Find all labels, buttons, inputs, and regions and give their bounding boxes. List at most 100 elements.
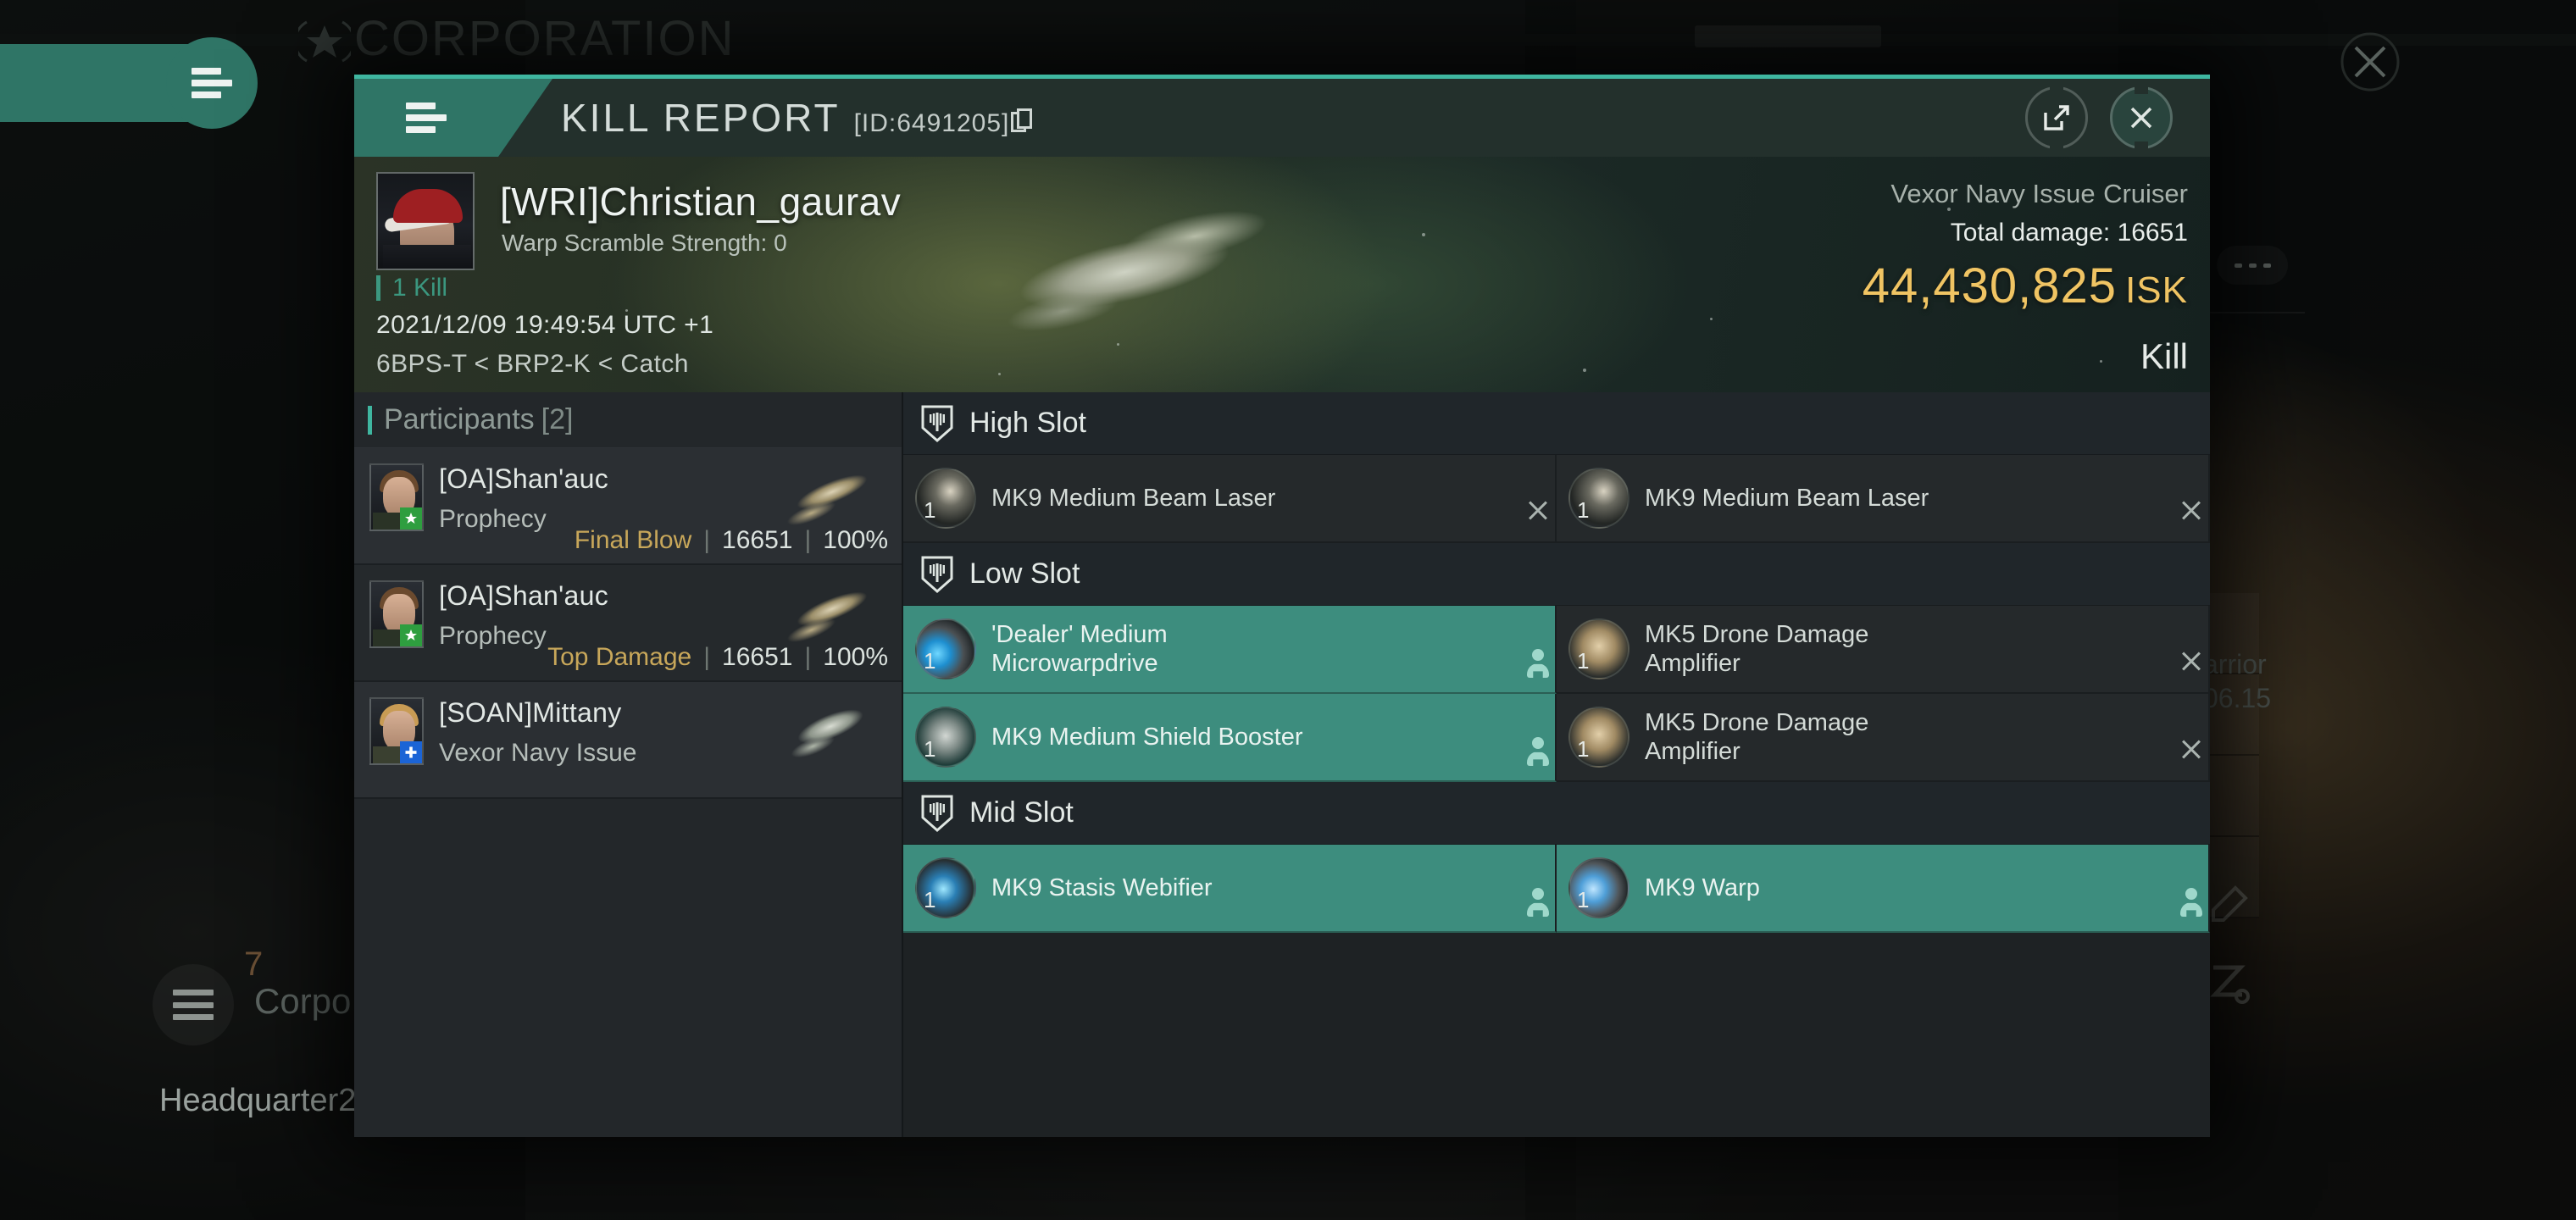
- participant-name: [OA]Shan'auc: [439, 580, 609, 611]
- participant-percent: 100%: [823, 643, 888, 671]
- module-name: MK5 Drone Damage Amplifier: [1645, 620, 1869, 677]
- module-name: MK9 Stasis Webifier: [991, 873, 1213, 901]
- module-row[interactable]: 1 'Dealer' Medium Microwarpdrive: [903, 606, 1557, 694]
- kill-timestamp: 2021/12/09 19:49:54 UTC +1: [376, 311, 714, 339]
- module-row[interactable]: 1 MK5 Drone Damage Amplifier: [1557, 694, 2210, 782]
- participant-ship-thumb: [758, 670, 897, 784]
- kill-location: 6BPS-T < BRP2-K < Catch: [376, 350, 689, 378]
- participant-stats: Final Blow | 16651 | 100%: [574, 526, 888, 554]
- slot-shield-icon: [921, 556, 953, 593]
- participant-tag: Top Damage: [547, 643, 692, 671]
- copy-icon[interactable]: [1011, 108, 1033, 134]
- module-qty: 1: [1577, 887, 1590, 912]
- kill-id-label: [ID:6491205]: [854, 106, 1034, 138]
- victim-portrait[interactable]: [376, 172, 475, 270]
- accent-bar: [368, 405, 372, 435]
- ship-class-text: Cruiser: [2103, 179, 2188, 208]
- plus-icon: [405, 746, 417, 758]
- kill-report-dialog: KILL REPORT [ID:6491205] [WRI]Christian_…: [354, 75, 2210, 1137]
- titlebar-actions: [2025, 86, 2210, 149]
- bg-menu-button[interactable]: [166, 37, 258, 129]
- more-dots-icon[interactable]: [2217, 246, 2288, 285]
- participants-panel: Participants [2] [OA]Shan'auc Prophecy F…: [354, 392, 903, 1137]
- module-icon: 1: [1568, 618, 1629, 679]
- share-button[interactable]: [2025, 86, 2088, 149]
- dialog-titlebar: KILL REPORT [ID:6491205]: [354, 79, 2210, 157]
- slot-label: Low Slot: [969, 557, 1080, 590]
- isk-amount: 44,430,825: [1862, 258, 2118, 313]
- participants-title: Participants: [384, 403, 535, 435]
- dialog-title-group: KILL REPORT [ID:6491205]: [561, 95, 1033, 141]
- plus-badge: [400, 741, 422, 763]
- total-damage-value: 16651: [2117, 219, 2188, 247]
- participant-name: [OA]Shan'auc: [439, 463, 609, 494]
- participant-row[interactable]: [SOAN]Mittany Vexor Navy Issue: [354, 670, 902, 799]
- module-name: MK5 Drone Damage Amplifier: [1645, 708, 1869, 765]
- module-icon: 1: [1568, 707, 1629, 768]
- module-icon: 1: [915, 707, 976, 768]
- module-row[interactable]: 1 MK9 Medium Beam Laser: [1557, 455, 2210, 543]
- module-qty: 1: [924, 497, 936, 523]
- module-icon: 1: [915, 857, 976, 918]
- bg-drone-name: arrior: [2203, 649, 2267, 679]
- dialog-body: Participants [2] [OA]Shan'auc Prophecy F…: [354, 392, 2210, 1137]
- mid-slot-grid: 1 MK9 Stasis Webifier 1 MK9 Warp: [903, 845, 2210, 933]
- module-qty: 1: [924, 887, 936, 912]
- avatar[interactable]: [369, 580, 424, 648]
- victim-name: [WRI]Christian_gaurav: [500, 180, 902, 224]
- star-icon: [405, 629, 417, 640]
- participant-row[interactable]: [OA]Shan'auc Prophecy Final Blow | 16651…: [354, 448, 902, 565]
- hamburger-menu-icon: [173, 990, 214, 1020]
- total-damage: Total damage: 16651: [1863, 219, 2188, 247]
- module-name: MK9 Medium Beam Laser: [1645, 484, 1929, 512]
- avatar[interactable]: [369, 697, 424, 765]
- slot-shield-icon: [921, 795, 953, 832]
- low-slot-grid: 1 'Dealer' Medium Microwarpdrive 1 MK9 M…: [903, 606, 2210, 782]
- page-title: KILL REPORT: [561, 96, 841, 140]
- module-qty: 1: [924, 736, 936, 762]
- participant-row[interactable]: [OA]Shan'auc Prophecy Top Damage | 16651…: [354, 553, 902, 682]
- module-row[interactable]: 1 MK9 Warp: [1557, 845, 2210, 933]
- bg-corporation-label: CORPORATION: [354, 11, 736, 66]
- kill-id-text: [ID:6491205]: [853, 109, 1010, 137]
- participant-stats: Top Damage | 16651 | 100%: [547, 643, 888, 671]
- slot-section-header-high: High Slot: [903, 392, 2210, 455]
- participants-list[interactable]: [OA]Shan'auc Prophecy Final Blow | 16651…: [354, 448, 902, 1137]
- bg-corp-menu-button[interactable]: [153, 964, 234, 1045]
- module-name: MK9 Medium Beam Laser: [991, 484, 1276, 512]
- close-x-icon[interactable]: [2339, 30, 2401, 93]
- avatar[interactable]: [369, 463, 424, 531]
- dialog-menu-button[interactable]: [354, 79, 498, 157]
- settings-z-icon[interactable]: [2207, 959, 2252, 1005]
- module-icon: 1: [1568, 468, 1629, 529]
- warp-scramble-strength: Warp Scramble Strength: 0: [502, 230, 787, 256]
- high-slot-grid: 1 MK9 Medium Beam Laser 1 MK9 Medium Bea…: [903, 455, 2210, 543]
- bg-divider: [2203, 312, 2305, 313]
- bg-drone-info: arrior 06.15: [2203, 648, 2271, 715]
- module-row[interactable]: 1 MK9 Stasis Webifier: [903, 845, 1557, 933]
- participants-header: Participants [2]: [354, 392, 902, 448]
- module-qty: 1: [1577, 497, 1590, 523]
- star-in-circle-icon: [298, 20, 351, 63]
- module-icon: 1: [1568, 857, 1629, 918]
- slot-shield-icon: [921, 405, 953, 442]
- kill-result-label: Kill: [2140, 336, 2188, 376]
- edit-icon[interactable]: [2207, 881, 2252, 927]
- close-button[interactable]: [2110, 86, 2173, 149]
- isk-unit: ISK: [2125, 269, 2188, 311]
- slot-label: Mid Slot: [969, 796, 1074, 829]
- module-row[interactable]: 1 MK9 Medium Shield Booster: [903, 694, 1557, 782]
- participant-damage: 16651: [722, 643, 793, 671]
- kill-count-tag: 1 Kill: [376, 275, 447, 301]
- bg-corp-tab-label: Corpo: [254, 981, 352, 1021]
- module-icon: 1: [915, 468, 976, 529]
- isk-value: 44,430,825 ISK: [1863, 258, 2188, 314]
- victim-hero-banner: [WRI]Christian_gaurav Warp Scramble Stre…: [354, 157, 2210, 392]
- module-row[interactable]: 1 MK5 Drone Damage Amplifier: [1557, 606, 2210, 694]
- slot-label: High Slot: [969, 407, 1086, 439]
- participants-count: [2]: [541, 403, 574, 435]
- victim-ship-name: Vexor Navy Issue Cruiser: [1863, 177, 2188, 210]
- module-name: MK9 Warp: [1645, 873, 1760, 901]
- module-row[interactable]: 1 MK9 Medium Beam Laser: [903, 455, 1557, 543]
- module-name: MK9 Medium Shield Booster: [991, 723, 1303, 751]
